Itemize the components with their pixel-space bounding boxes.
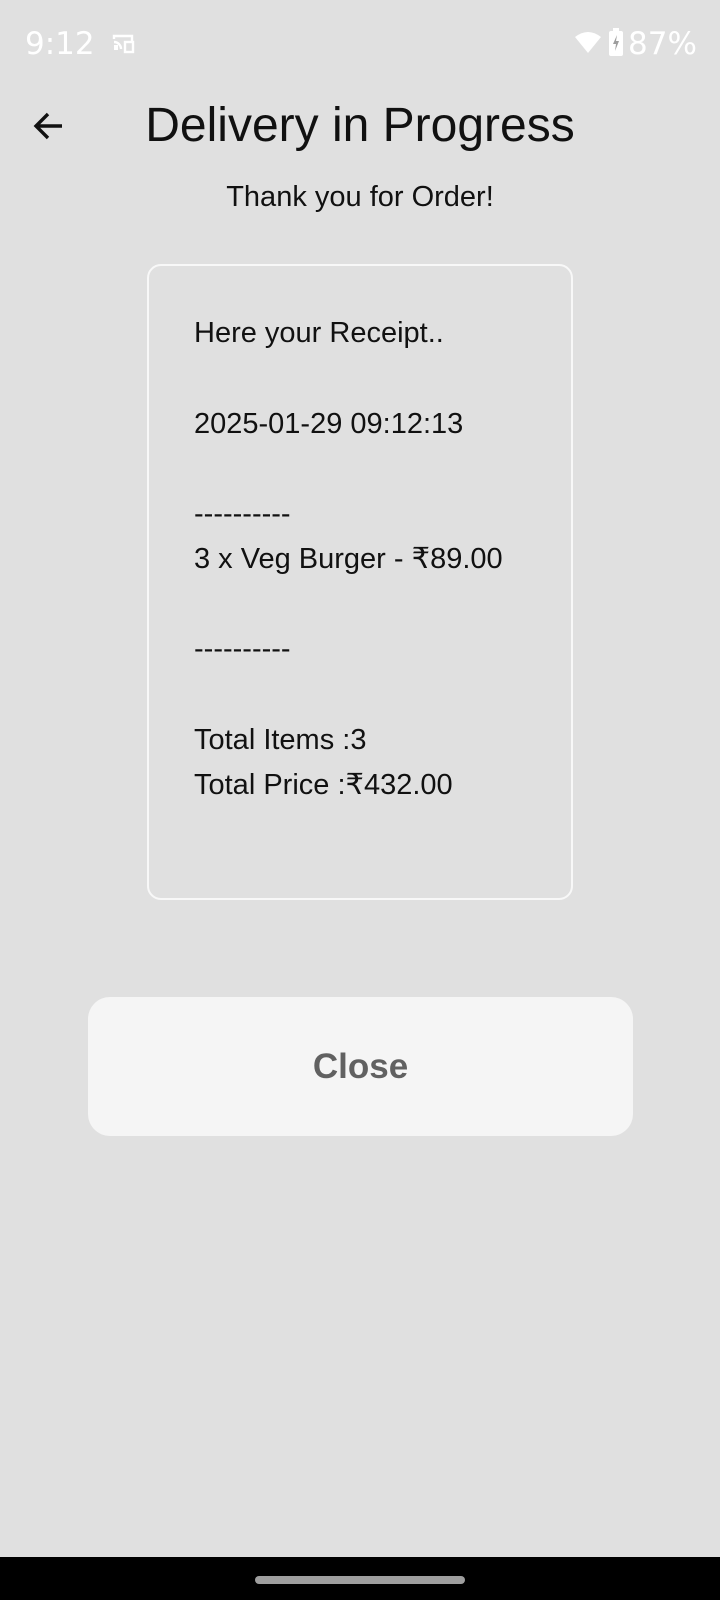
receipt-card: Here your Receipt.. 2025-01-29 09:12:13 … [147,264,573,900]
page-subtitle: Thank you for Order! [226,181,494,213]
home-gesture-handle[interactable] [255,1576,465,1584]
receipt-separator-bottom: ---------- [194,633,291,665]
receipt-total-price: Total Price :₹432.00 [194,769,453,801]
receipt-item: 3 x Veg Burger - ₹89.00 [194,543,503,575]
wifi-icon [574,30,602,54]
page-title: Delivery in Progress [145,99,575,152]
battery-icon [608,28,624,56]
receipt-heading: Here your Receipt.. [194,317,444,349]
receipt-timestamp: 2025-01-29 09:12:13 [194,408,464,440]
cast-icon [112,33,136,55]
status-time: 9:12 [25,26,95,62]
receipt-separator-top: ---------- [194,498,291,530]
close-button-label: Close [312,1046,409,1086]
close-button[interactable]: Close [88,997,633,1136]
receipt-total-items: Total Items :3 [194,724,367,756]
status-bar: 9:12 87% [0,0,720,90]
battery-percent: 87% [628,26,697,62]
